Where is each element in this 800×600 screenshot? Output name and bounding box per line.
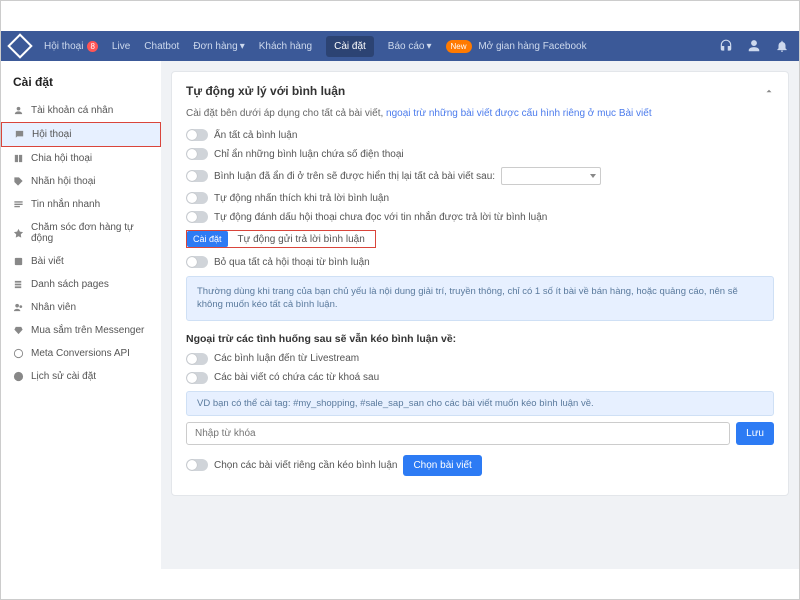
toggle-keywords[interactable]	[186, 372, 208, 384]
sidebar-item-staff[interactable]: Nhân viên	[1, 296, 161, 319]
nav-live[interactable]: Live	[112, 41, 130, 52]
settings-sidebar: Cài đặt Tài khoản cá nhân Hội thoại Chia…	[1, 61, 161, 569]
nav-caidat[interactable]: Cài đặt	[326, 36, 374, 57]
sidebar-item-quickmsg[interactable]: Tin nhắn nhanh	[1, 193, 161, 216]
toggle-livestream[interactable]	[186, 353, 208, 365]
sidebar-item-conversation[interactable]: Hội thoại	[1, 122, 161, 147]
bell-icon[interactable]	[775, 39, 789, 53]
sidebar-item-meta[interactable]: Meta Conversions API	[1, 342, 161, 365]
sidebar-item-account[interactable]: Tài khoản cá nhân	[1, 99, 161, 122]
panel-title: Tự động xử lý với bình luận	[186, 84, 345, 98]
nav-hoithoai[interactable]: Hội thoại8	[44, 41, 98, 52]
nav-khachhang[interactable]: Khách hàng	[259, 41, 312, 52]
auto-reply-config-button[interactable]: Cài đặt	[187, 231, 228, 247]
toggle-reshow[interactable]	[186, 170, 208, 182]
save-button[interactable]: Lưu	[736, 422, 774, 445]
headset-icon[interactable]	[719, 39, 733, 53]
toggle-skip-all[interactable]	[186, 256, 208, 268]
keyword-hint: VD bạn có thể cài tag: #my_shopping, #sa…	[186, 391, 774, 416]
auto-comment-panel: Tự động xử lý với bình luận Cài đặt bên …	[171, 71, 789, 496]
nav-donhang[interactable]: Đơn hàng ▾	[193, 41, 244, 52]
toggle-hide-all[interactable]	[186, 129, 208, 141]
top-navbar: Hội thoại8 Live Chatbot Đơn hàng ▾ Khách…	[1, 31, 799, 61]
nav-baocao[interactable]: Báo cáo ▾	[388, 41, 432, 52]
info-note: Thường dùng khi trang của bạn chủ yếu là…	[186, 276, 774, 321]
panel-desc: Cài đặt bên dưới áp dụng cho tất cả bài …	[186, 108, 774, 119]
sidebar-item-pages[interactable]: Danh sách pages	[1, 273, 161, 296]
sidebar-item-ordercare[interactable]: Chăm sóc đơn hàng tự động	[1, 216, 161, 250]
except-heading: Ngoại trừ các tình huống sau sẽ vẫn kéo …	[186, 333, 774, 345]
auto-reply-row: Cài đặt Tự động gửi trả lời bình luận	[186, 230, 376, 248]
nav-promo[interactable]: New Mở gian hàng Facebook	[446, 40, 587, 53]
sidebar-item-posts[interactable]: Bài viết	[1, 250, 161, 273]
toggle-mark-unread[interactable]	[186, 211, 208, 223]
sidebar-item-history[interactable]: Lịch sử cài đặt	[1, 365, 161, 388]
choose-posts-button[interactable]: Chọn bài viết	[403, 455, 481, 476]
new-pill: New	[446, 40, 472, 53]
sidebar-item-split[interactable]: Chia hội thoại	[1, 147, 161, 170]
posts-link[interactable]: Bài viết	[619, 108, 652, 119]
toggle-select-posts[interactable]	[186, 459, 208, 471]
chevron-up-icon[interactable]	[764, 86, 774, 96]
nav-chatbot[interactable]: Chatbot	[144, 41, 179, 52]
sidebar-title: Cài đặt	[1, 71, 161, 99]
keyword-input[interactable]	[186, 422, 730, 445]
sidebar-item-messenger[interactable]: Mua sắm trên Messenger	[1, 319, 161, 342]
sidebar-item-labels[interactable]: Nhãn hội thoại	[1, 170, 161, 193]
app-logo	[7, 33, 32, 58]
toggle-auto-like[interactable]	[186, 192, 208, 204]
nav-badge: 8	[87, 41, 97, 52]
toggle-hide-phone[interactable]	[186, 148, 208, 160]
user-icon[interactable]	[747, 39, 761, 53]
reshow-select[interactable]	[501, 167, 601, 185]
